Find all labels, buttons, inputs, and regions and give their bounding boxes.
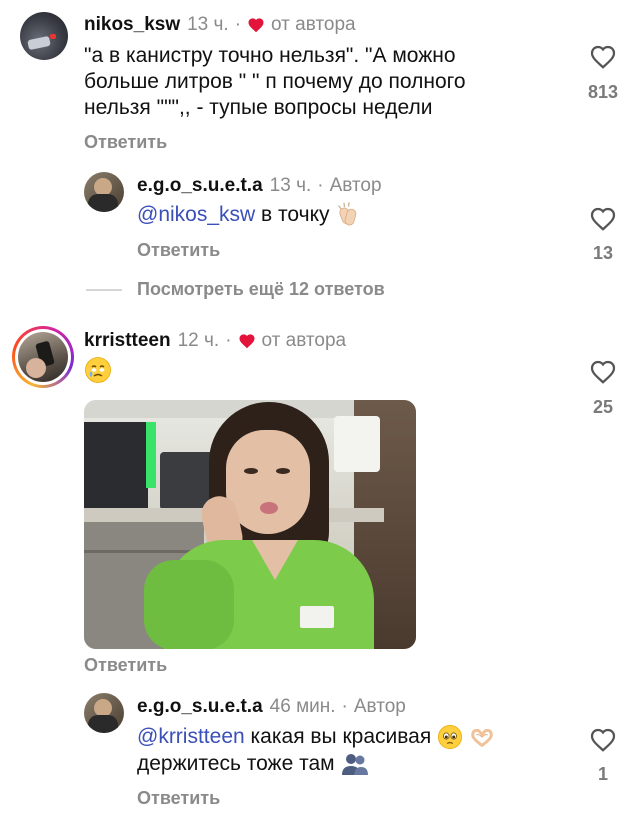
separator-dot: · bbox=[317, 175, 324, 196]
story-ring-avatar[interactable] bbox=[12, 326, 74, 388]
reply-meta: e.g.o_s.u.e.t.a 13 ч. · Автор bbox=[137, 175, 382, 197]
clapping-hands-icon bbox=[338, 202, 357, 226]
avatar[interactable] bbox=[84, 172, 124, 212]
heart-hands-icon bbox=[471, 729, 493, 748]
like-count: 813 bbox=[587, 82, 619, 102]
author-liked-badge: от автора bbox=[261, 330, 347, 351]
avatar[interactable] bbox=[20, 12, 68, 60]
like-count: 25 bbox=[592, 397, 614, 417]
reply-time: 13 ч. bbox=[269, 175, 312, 196]
reply-button[interactable]: Ответить bbox=[84, 132, 167, 153]
comment-username[interactable]: nikos_ksw bbox=[84, 14, 180, 36]
separator-dot: · bbox=[234, 14, 242, 35]
separator-dot: · bbox=[341, 696, 348, 717]
like-heart-icon[interactable] bbox=[588, 357, 618, 385]
face-holding-back-tears-icon bbox=[438, 725, 463, 750]
reply-body: в точку bbox=[261, 203, 330, 226]
people-silhouette-icon bbox=[342, 754, 369, 776]
comment-username[interactable]: krristteen bbox=[84, 330, 171, 352]
reply-time: 46 мин. bbox=[269, 696, 336, 717]
comment-time: 13 ч. bbox=[187, 14, 229, 35]
like-heart-icon[interactable] bbox=[588, 725, 618, 753]
author-tag: Автор bbox=[329, 175, 382, 196]
reply-body: какая вы красивая bbox=[250, 725, 432, 748]
like-count: 1 bbox=[597, 764, 608, 784]
comment-meta: krristteen 12 ч. · от автора bbox=[84, 330, 346, 352]
reply-button[interactable]: Ответить bbox=[137, 788, 220, 809]
comment-time: 12 ч. bbox=[177, 330, 220, 351]
view-more-replies-button[interactable]: Посмотреть ещё 12 ответов bbox=[137, 279, 385, 300]
reply-button[interactable]: Ответить bbox=[137, 240, 220, 261]
reply-text: @nikos_ksw в точку bbox=[137, 202, 361, 228]
reply-meta: e.g.o_s.u.e.t.a 46 мин. · Автор bbox=[137, 696, 406, 718]
reply-body: держитесь тоже там bbox=[137, 752, 335, 775]
like-heart-icon[interactable] bbox=[588, 204, 618, 232]
avatar[interactable] bbox=[84, 693, 124, 733]
author-liked-badge: от автора bbox=[271, 14, 356, 35]
reply-text-line1: @krristteen какая вы красивая bbox=[137, 724, 495, 750]
thread-line bbox=[86, 289, 122, 291]
reply-text-line2: держитесь тоже там bbox=[137, 751, 370, 777]
mention-link[interactable]: @nikos_ksw bbox=[137, 203, 255, 226]
mention-link[interactable]: @krristteen bbox=[137, 725, 245, 748]
heart-filled-icon bbox=[239, 334, 255, 349]
attached-photo[interactable] bbox=[84, 400, 416, 649]
author-tag: Автор bbox=[353, 696, 406, 717]
reply-username[interactable]: e.g.o_s.u.e.t.a bbox=[137, 175, 263, 197]
heart-filled-icon bbox=[248, 18, 264, 33]
comment-meta: nikos_ksw 13 ч. · от автора bbox=[84, 14, 356, 36]
reply-username[interactable]: e.g.o_s.u.e.t.a bbox=[137, 696, 263, 718]
separator-dot: · bbox=[225, 330, 232, 351]
comment-text: "а в канистру точно нельзя". "А можно бо… bbox=[84, 44, 466, 119]
like-count: 13 bbox=[592, 243, 614, 263]
face-holding-back-tears-icon bbox=[85, 357, 111, 383]
like-heart-icon[interactable] bbox=[588, 42, 618, 70]
reply-button[interactable]: Ответить bbox=[84, 655, 167, 676]
